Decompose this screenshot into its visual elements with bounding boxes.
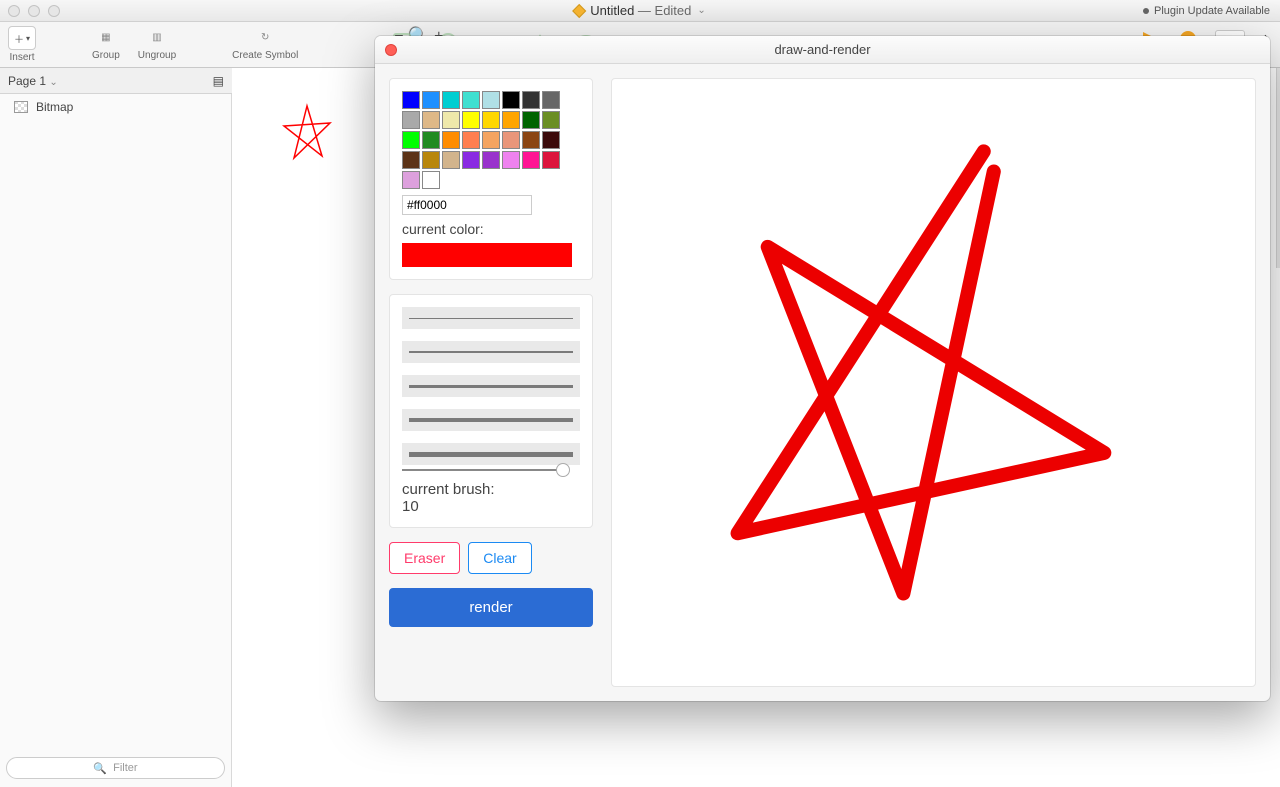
brush-panel: current brush: 10	[389, 294, 593, 528]
layers-sidebar: Bitmap 🔍 Filter	[0, 94, 232, 787]
brush-option[interactable]	[402, 409, 580, 431]
traffic-close[interactable]	[8, 5, 20, 17]
pages-bar[interactable]: Page 1 ⌄ ▤	[0, 68, 232, 94]
insert-button[interactable]: ＋▾	[8, 26, 36, 50]
plugin-title: draw-and-render	[774, 42, 870, 57]
color-swatch[interactable]	[462, 111, 480, 129]
bitmap-icon	[14, 101, 28, 113]
color-swatch[interactable]	[522, 111, 540, 129]
color-swatch[interactable]	[422, 151, 440, 169]
color-palette	[402, 91, 562, 189]
traffic-max[interactable]	[48, 5, 60, 17]
color-swatch[interactable]	[442, 151, 460, 169]
inspector-edge	[1276, 68, 1280, 268]
color-swatch[interactable]	[462, 91, 480, 109]
color-swatch[interactable]	[402, 111, 420, 129]
color-swatch[interactable]	[522, 131, 540, 149]
current-color-swatch	[402, 243, 572, 267]
color-swatch[interactable]	[402, 151, 420, 169]
insert-label: Insert	[9, 52, 34, 63]
layer-filter[interactable]: 🔍 Filter	[6, 757, 225, 779]
color-swatch[interactable]	[462, 151, 480, 169]
window-title: Untitled — Edited ⌄	[574, 3, 706, 18]
color-swatch[interactable]	[402, 131, 420, 149]
layer-label: Bitmap	[36, 100, 73, 114]
os-titlebar: Untitled — Edited ⌄ Plugin Update Availa…	[0, 0, 1280, 22]
doc-title: Untitled	[590, 3, 634, 18]
eraser-button[interactable]: Eraser	[389, 542, 460, 574]
color-swatch[interactable]	[442, 131, 460, 149]
color-swatch[interactable]	[422, 91, 440, 109]
current-brush-label: current brush:	[402, 481, 580, 498]
brush-size-slider[interactable]	[402, 465, 580, 475]
star-drawing	[612, 79, 1255, 686]
color-swatch[interactable]	[482, 91, 500, 109]
clear-button[interactable]: Clear	[468, 542, 531, 574]
layer-row[interactable]: Bitmap	[0, 94, 231, 120]
color-swatch[interactable]	[542, 131, 560, 149]
small-star-drawing	[272, 98, 342, 168]
color-swatch[interactable]	[542, 111, 560, 129]
color-swatch[interactable]	[402, 171, 420, 189]
group-icon[interactable]: ▦	[95, 26, 117, 48]
color-swatch[interactable]	[502, 91, 520, 109]
hex-input[interactable]	[402, 195, 532, 215]
color-swatch[interactable]	[502, 131, 520, 149]
search-icon: 🔍	[93, 762, 107, 775]
drawing-canvas[interactable]	[611, 78, 1256, 687]
plugin-titlebar[interactable]: draw-and-render	[375, 36, 1270, 64]
current-color-label: current color:	[402, 221, 580, 237]
color-swatch[interactable]	[482, 111, 500, 129]
brush-option[interactable]	[402, 307, 580, 329]
color-swatch[interactable]	[442, 111, 460, 129]
color-swatch[interactable]	[422, 131, 440, 149]
color-swatch[interactable]	[502, 111, 520, 129]
color-swatch[interactable]	[522, 91, 540, 109]
traffic-min[interactable]	[28, 5, 40, 17]
color-swatch[interactable]	[462, 131, 480, 149]
plugin-window: draw-and-render current color: current b…	[375, 36, 1270, 701]
color-swatch[interactable]	[482, 151, 500, 169]
brush-option[interactable]	[402, 443, 580, 465]
color-swatch[interactable]	[422, 171, 440, 189]
brush-option[interactable]	[402, 375, 580, 397]
color-swatch[interactable]	[522, 151, 540, 169]
color-panel: current color:	[389, 78, 593, 280]
plugin-update-indicator[interactable]: Plugin Update Available	[1143, 5, 1270, 17]
color-swatch[interactable]	[482, 131, 500, 149]
brush-option[interactable]	[402, 341, 580, 363]
render-button[interactable]: render	[389, 588, 593, 627]
plugin-close-button[interactable]	[385, 44, 397, 56]
color-swatch[interactable]	[422, 111, 440, 129]
create-symbol-icon[interactable]: ↻	[254, 26, 276, 48]
page-name: Page 1	[8, 74, 46, 88]
pages-stack-icon[interactable]: ▤	[213, 74, 224, 88]
color-swatch[interactable]	[442, 91, 460, 109]
ungroup-icon[interactable]: ▥	[146, 26, 168, 48]
current-brush-value: 10	[402, 498, 580, 515]
color-swatch[interactable]	[542, 91, 560, 109]
sketch-gem-icon	[572, 3, 586, 17]
insert-group: ＋▾ Insert	[8, 26, 36, 63]
chevron-down-icon[interactable]: ⌄	[697, 5, 705, 16]
color-swatch[interactable]	[502, 151, 520, 169]
color-swatch[interactable]	[402, 91, 420, 109]
color-swatch[interactable]	[542, 151, 560, 169]
